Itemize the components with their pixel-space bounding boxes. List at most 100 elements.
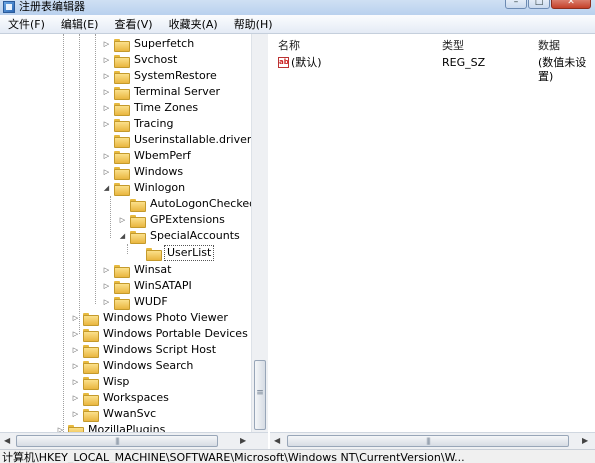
folder-icon bbox=[114, 102, 130, 116]
maximize-button[interactable]: □ bbox=[528, 0, 550, 9]
scroll-left-arrow-icon[interactable]: ◀ bbox=[4, 436, 10, 446]
values-list[interactable]: 名称 类型 数据 ab (默认) REG_SZ (数值未设置) bbox=[270, 34, 595, 432]
tree-node-wbemperf[interactable]: ▷ WbemPerf bbox=[102, 148, 193, 164]
tree-node-winsatapi[interactable]: ▷ WinSATAPI bbox=[102, 278, 194, 294]
expand-icon[interactable]: ▷ bbox=[102, 266, 111, 275]
folder-icon bbox=[114, 296, 130, 310]
menu-file[interactable]: 文件(F) bbox=[0, 15, 53, 33]
tree-vertical-scrollbar[interactable] bbox=[251, 34, 268, 432]
folder-icon bbox=[130, 230, 146, 244]
tree-node-label: AutoLogonChecked bbox=[150, 197, 257, 210]
tree-node-windows-photo-viewer[interactable]: ▷ Windows Photo Viewer bbox=[71, 310, 230, 326]
expand-icon[interactable]: ▷ bbox=[71, 394, 80, 403]
menu-view[interactable]: 查看(V) bbox=[106, 15, 160, 33]
tree-node-gpextensions[interactable]: ▷ GPExtensions bbox=[118, 212, 227, 228]
tree-node-label: Windows Photo Viewer bbox=[103, 311, 228, 324]
expand-icon[interactable]: ▷ bbox=[71, 410, 80, 419]
tree-node-workspaces[interactable]: ▷ Workspaces bbox=[71, 390, 171, 406]
expand-icon[interactable]: ▷ bbox=[71, 362, 80, 371]
expand-icon[interactable]: ▷ bbox=[102, 56, 111, 65]
tree-node-label: Winsat bbox=[134, 263, 172, 276]
folder-icon bbox=[83, 376, 99, 390]
window-controls: – □ ✕ bbox=[504, 0, 591, 9]
expand-icon[interactable]: ▷ bbox=[102, 72, 111, 81]
tree-node-label: WUDF bbox=[134, 295, 168, 308]
tree-connector-line bbox=[110, 196, 111, 238]
folder-icon bbox=[83, 328, 99, 342]
tree-node-time-zones[interactable]: ▷ Time Zones bbox=[102, 100, 200, 116]
expand-icon[interactable]: ▷ bbox=[102, 120, 111, 129]
folder-icon bbox=[114, 134, 130, 148]
minimize-button[interactable]: – bbox=[505, 0, 527, 9]
expand-icon[interactable]: ▷ bbox=[102, 298, 111, 307]
scroll-left-arrow-icon[interactable]: ◀ bbox=[274, 436, 280, 446]
expand-icon[interactable]: ▷ bbox=[102, 104, 111, 113]
tree-node-specialaccounts[interactable]: ◢ SpecialAccounts bbox=[118, 228, 242, 244]
expand-icon[interactable]: ▷ bbox=[102, 282, 111, 291]
tree-horizontal-scrollbar[interactable]: ◀ ▶ bbox=[0, 432, 268, 449]
tree-node-windows[interactable]: ▷ Windows bbox=[102, 164, 185, 180]
tree-node-tracing[interactable]: ▷ Tracing bbox=[102, 116, 175, 132]
tree-node-label: WinSATAPI bbox=[134, 279, 192, 292]
collapse-icon[interactable]: ◢ bbox=[118, 232, 127, 241]
folder-icon bbox=[130, 214, 146, 228]
minimize-icon: – bbox=[513, 0, 519, 7]
tree-node-label: Wisp bbox=[103, 375, 130, 388]
expand-icon bbox=[118, 200, 127, 209]
registry-tree[interactable]: ▷ Superfetch ▷ Svchost ▷ SystemRestore ▷… bbox=[0, 34, 268, 449]
open-folder-icon bbox=[146, 247, 162, 261]
tree-connector-line bbox=[127, 244, 128, 254]
close-button[interactable]: ✕ bbox=[551, 0, 591, 9]
tree-node-autologonchecked[interactable]: AutoLogonChecked bbox=[118, 196, 258, 212]
maximize-icon: □ bbox=[534, 0, 544, 7]
menu-help[interactable]: 帮助(H) bbox=[226, 15, 281, 33]
expand-icon[interactable]: ▷ bbox=[102, 152, 111, 161]
tree-node-wudf[interactable]: ▷ WUDF bbox=[102, 294, 170, 310]
status-bar: 计算机\HKEY_LOCAL_MACHINE\SOFTWARE\Microsof… bbox=[0, 449, 595, 463]
tree-node-winlogon[interactable]: ◢ Winlogon bbox=[102, 180, 187, 196]
list-horizontal-scrollbar[interactable]: ◀ ▶ bbox=[270, 432, 595, 449]
tree-node-svchost[interactable]: ▷ Svchost bbox=[102, 52, 179, 68]
expand-icon[interactable]: ▷ bbox=[71, 378, 80, 387]
tree-node-label: WbemPerf bbox=[134, 149, 191, 162]
tree-node-label: Winlogon bbox=[134, 181, 186, 194]
expand-icon[interactable]: ▷ bbox=[102, 88, 111, 97]
tree-node-superfetch[interactable]: ▷ Superfetch bbox=[102, 36, 196, 52]
tree-node-wisp[interactable]: ▷ Wisp bbox=[71, 374, 131, 390]
tree-node-winsat[interactable]: ▷ Winsat bbox=[102, 262, 173, 278]
tree-node-label: SpecialAccounts bbox=[150, 229, 240, 242]
value-row[interactable]: ab (默认) REG_SZ (数值未设置) bbox=[278, 56, 595, 83]
tree-node-windows-script-host[interactable]: ▷ Windows Script Host bbox=[71, 342, 218, 358]
expand-icon[interactable]: ▷ bbox=[102, 168, 111, 177]
tree-node-wwansvc[interactable]: ▷ WwanSvc bbox=[71, 406, 158, 422]
expand-icon[interactable]: ▷ bbox=[71, 346, 80, 355]
tree-node-windows-portable-devices[interactable]: ▷ Windows Portable Devices bbox=[71, 326, 250, 342]
list-horizontal-scroll-thumb[interactable] bbox=[287, 435, 569, 447]
folder-icon bbox=[83, 360, 99, 374]
tree-node-terminal-server[interactable]: ▷ Terminal Server bbox=[102, 84, 222, 100]
column-header-data[interactable]: 数据 bbox=[538, 39, 560, 53]
column-header-type[interactable]: 类型 bbox=[442, 39, 464, 53]
tree-node-label-selected: UserList bbox=[164, 245, 215, 261]
tree-horizontal-scroll-thumb[interactable] bbox=[16, 435, 218, 447]
scroll-right-arrow-icon[interactable]: ▶ bbox=[582, 436, 588, 446]
expand-icon[interactable]: ▷ bbox=[71, 314, 80, 323]
folder-icon bbox=[114, 166, 130, 180]
tree-node-userlist[interactable]: UserList bbox=[134, 245, 215, 261]
tree-connector-line bbox=[79, 34, 80, 334]
collapse-icon[interactable]: ◢ bbox=[102, 184, 111, 193]
expand-icon[interactable]: ▷ bbox=[118, 216, 127, 225]
expand-icon[interactable]: ▷ bbox=[71, 330, 80, 339]
tree-node-windows-search[interactable]: ▷ Windows Search bbox=[71, 358, 195, 374]
tree-node-systemrestore[interactable]: ▷ SystemRestore bbox=[102, 68, 219, 84]
tree-node-userinstallable-drivers[interactable]: Userinstallable.drivers bbox=[102, 132, 259, 148]
folder-icon bbox=[114, 182, 130, 196]
tree-vertical-scroll-thumb[interactable] bbox=[254, 360, 266, 430]
scroll-right-arrow-icon[interactable]: ▶ bbox=[240, 436, 246, 446]
close-icon: ✕ bbox=[567, 0, 575, 7]
menu-edit[interactable]: 编辑(E) bbox=[53, 15, 107, 33]
expand-icon[interactable]: ▷ bbox=[102, 40, 111, 49]
menu-favorites[interactable]: 收藏夹(A) bbox=[161, 15, 226, 33]
expand-icon bbox=[102, 136, 111, 145]
column-header-name[interactable]: 名称 bbox=[278, 39, 300, 53]
